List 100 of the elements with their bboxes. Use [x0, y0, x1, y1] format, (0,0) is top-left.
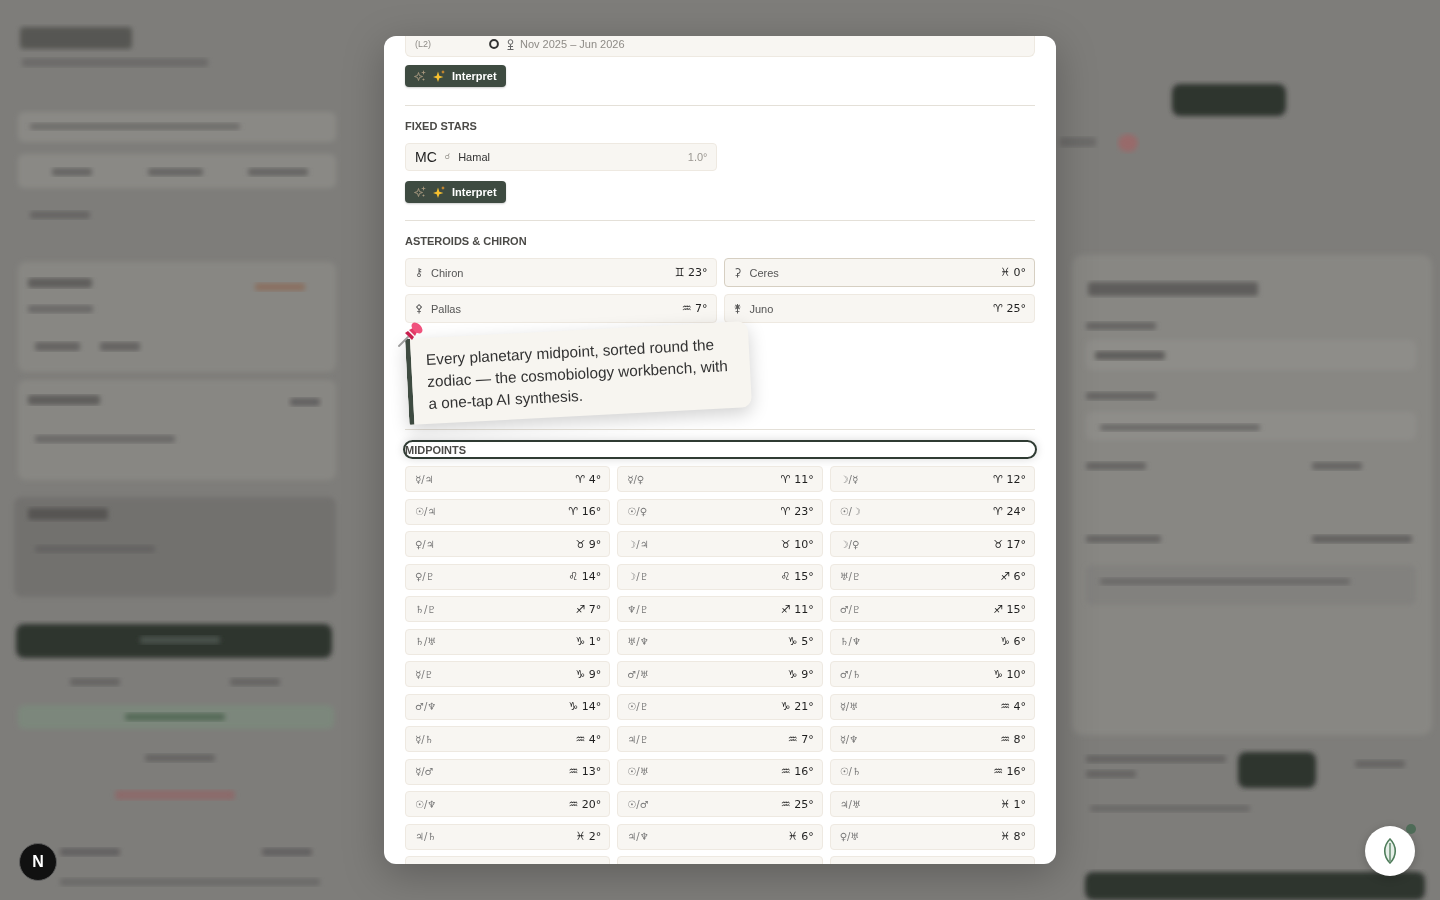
planet-pair: ☉/♅	[627, 766, 649, 777]
zodiac-position: ♒ 7°	[787, 732, 814, 746]
period-text: Nov 2025 – Jun 2026	[520, 38, 625, 50]
zodiac-position: ♓ 1°	[1000, 797, 1026, 811]
blurred-text	[262, 848, 312, 856]
asteroid-card[interactable]: ⚳ Ceres ♓ 0°	[723, 258, 1035, 287]
section-heading: FIXED STARS	[404, 118, 478, 134]
sparkles-outline-icon	[414, 185, 426, 198]
sparkles-outline-icon	[414, 70, 426, 82]
zodiac-position: ♈ 16°	[568, 505, 602, 518]
planet-pair: ♀/♇	[415, 571, 435, 582]
pushpin-icon	[398, 321, 424, 347]
planet-pair: ☿/♄	[415, 733, 434, 745]
planet-pair: ☉/♂	[627, 798, 649, 810]
zodiac-position: ♑ 21°	[780, 700, 814, 713]
blurred-text	[100, 342, 140, 351]
zodiac-position: ♒ 7°	[681, 302, 708, 315]
planet-pair: ♃/♅	[839, 798, 861, 810]
planet-pair: ♆/♇	[627, 603, 649, 615]
zodiac-position: ♑ 10°	[993, 667, 1026, 681]
asteroid-card[interactable]: ⚴ Pallas ♒ 7°	[405, 294, 717, 323]
blurred-text	[1086, 462, 1146, 470]
asteroid-glyph: ⚷	[415, 266, 425, 279]
blurred-text	[52, 168, 92, 176]
zodiac-position: ♑ 6°	[1000, 635, 1026, 648]
planet-pair: ♅/♇	[839, 571, 861, 582]
zodiac-position: ♑ 1°	[575, 635, 602, 648]
asteroid-card[interactable]: ⚷ Chiron ♊ 23°	[405, 258, 717, 287]
blurred-text	[1312, 462, 1362, 470]
zodiac-position: ♓ 2°	[575, 830, 602, 843]
aspect-symbol: ☌	[444, 152, 451, 161]
asteroid-glyph: ⚴	[415, 302, 425, 315]
planet-pair: ♂/♅	[627, 668, 649, 680]
interpret-button[interactable]: Interpret	[405, 65, 506, 87]
section-heading: MIDPOINTS	[403, 440, 1037, 459]
zodiac-position: ♌ 15°	[780, 570, 814, 583]
zodiac-position: ♓ 0°	[1000, 266, 1026, 279]
zodiac-position: ♉ 17°	[993, 537, 1026, 551]
planet-pair: ♄/♆	[839, 636, 861, 647]
zodiac-position: ♉ 10°	[780, 537, 814, 551]
ring-icon	[489, 39, 499, 49]
planet-pair: ☉/♇	[627, 701, 649, 712]
blurred-text	[1095, 351, 1165, 360]
blurred-text	[35, 342, 80, 351]
zodiac-position: ♊ 23°	[674, 266, 708, 279]
planet-pair: ☽/☿	[839, 473, 859, 485]
blurred-text	[28, 395, 100, 405]
planet-pair: ☉/♄	[839, 766, 861, 777]
interpret-button[interactable]: Interpret	[405, 180, 506, 203]
planet-pair: ♄/♇	[415, 603, 437, 615]
zodiac-position: ♈ 11°	[780, 472, 814, 486]
zodiac-position: ♐ 15°	[993, 602, 1026, 616]
zodiac-position: ♈ 4°	[575, 472, 602, 486]
zodiac-position: ♒ 16°	[993, 765, 1026, 778]
zodiac-position: ♐ 7°	[575, 602, 602, 616]
progression-tag: (L2)	[415, 39, 489, 49]
planet-pair: ♂/♇	[839, 603, 861, 615]
planet-pair: ☽/♃	[627, 538, 649, 550]
planet-pair: ♄/♅	[415, 636, 437, 647]
planet-pair: ♃/♇	[627, 733, 649, 745]
planet-pair: ☿/♇	[415, 668, 434, 680]
planet-pair: ☽/♀	[839, 538, 860, 550]
blurred-text	[28, 305, 93, 313]
zodiac-position: ♑ 5°	[787, 635, 814, 648]
star-name: Hamal	[458, 150, 490, 163]
status-dot-icon	[1406, 824, 1416, 834]
planet-pair: ☽/♇	[627, 571, 649, 582]
blurred-text	[28, 278, 92, 288]
zodiac-position: ♓ 8°	[1000, 830, 1026, 843]
zodiac-position: ♒ 20°	[568, 797, 602, 811]
blurred-text	[1060, 137, 1096, 147]
zodiac-position: ♐ 11°	[780, 602, 814, 616]
zodiac-position: ♑ 14°	[568, 700, 602, 713]
zodiac-position: ♒ 25°	[780, 797, 814, 811]
asteroid-name: Chiron	[431, 266, 464, 279]
zodiac-position: ♓ 6°	[787, 830, 814, 843]
asteroid-card[interactable]: ⚵ Juno ♈ 25°	[723, 294, 1035, 323]
sparkles-icon	[433, 185, 445, 198]
blurred-text	[248, 168, 308, 176]
blurred-text	[60, 848, 120, 856]
orb-value: 1.0°	[687, 150, 708, 163]
planet-pair: ♃/♄	[415, 831, 437, 842]
sparkles-icon	[433, 70, 445, 82]
zodiac-position: ♉ 9°	[575, 537, 602, 551]
callout-text: Every planetary midpoint, sorted round the zodiac — the cosmobiology workbench, with a one-tap AI synthesis.	[425, 334, 730, 414]
planet-pair: ☿/♅	[839, 701, 859, 712]
zodiac-position: ♈ 24°	[993, 505, 1026, 518]
planet-pair: ☿/♀	[627, 473, 645, 485]
planet-pair: ♀/♃	[415, 538, 435, 550]
planet-pair: ♀/♅	[839, 831, 860, 842]
zodiac-position: ♒ 13°	[568, 765, 602, 778]
planet-pair: ☉/☽	[839, 506, 861, 517]
planet-pair: ☉/♆	[415, 798, 437, 810]
asteroid-name: Juno	[749, 302, 774, 315]
asteroid-glyph: ⚳	[733, 266, 743, 279]
asteroid-glyph: ⚵	[733, 302, 743, 315]
blurred-text	[148, 168, 203, 176]
zodiac-position: ♈ 23°	[780, 505, 814, 518]
zodiac-position: ♒ 4°	[1000, 700, 1026, 713]
planet-pair: ☉/♃	[415, 506, 437, 517]
